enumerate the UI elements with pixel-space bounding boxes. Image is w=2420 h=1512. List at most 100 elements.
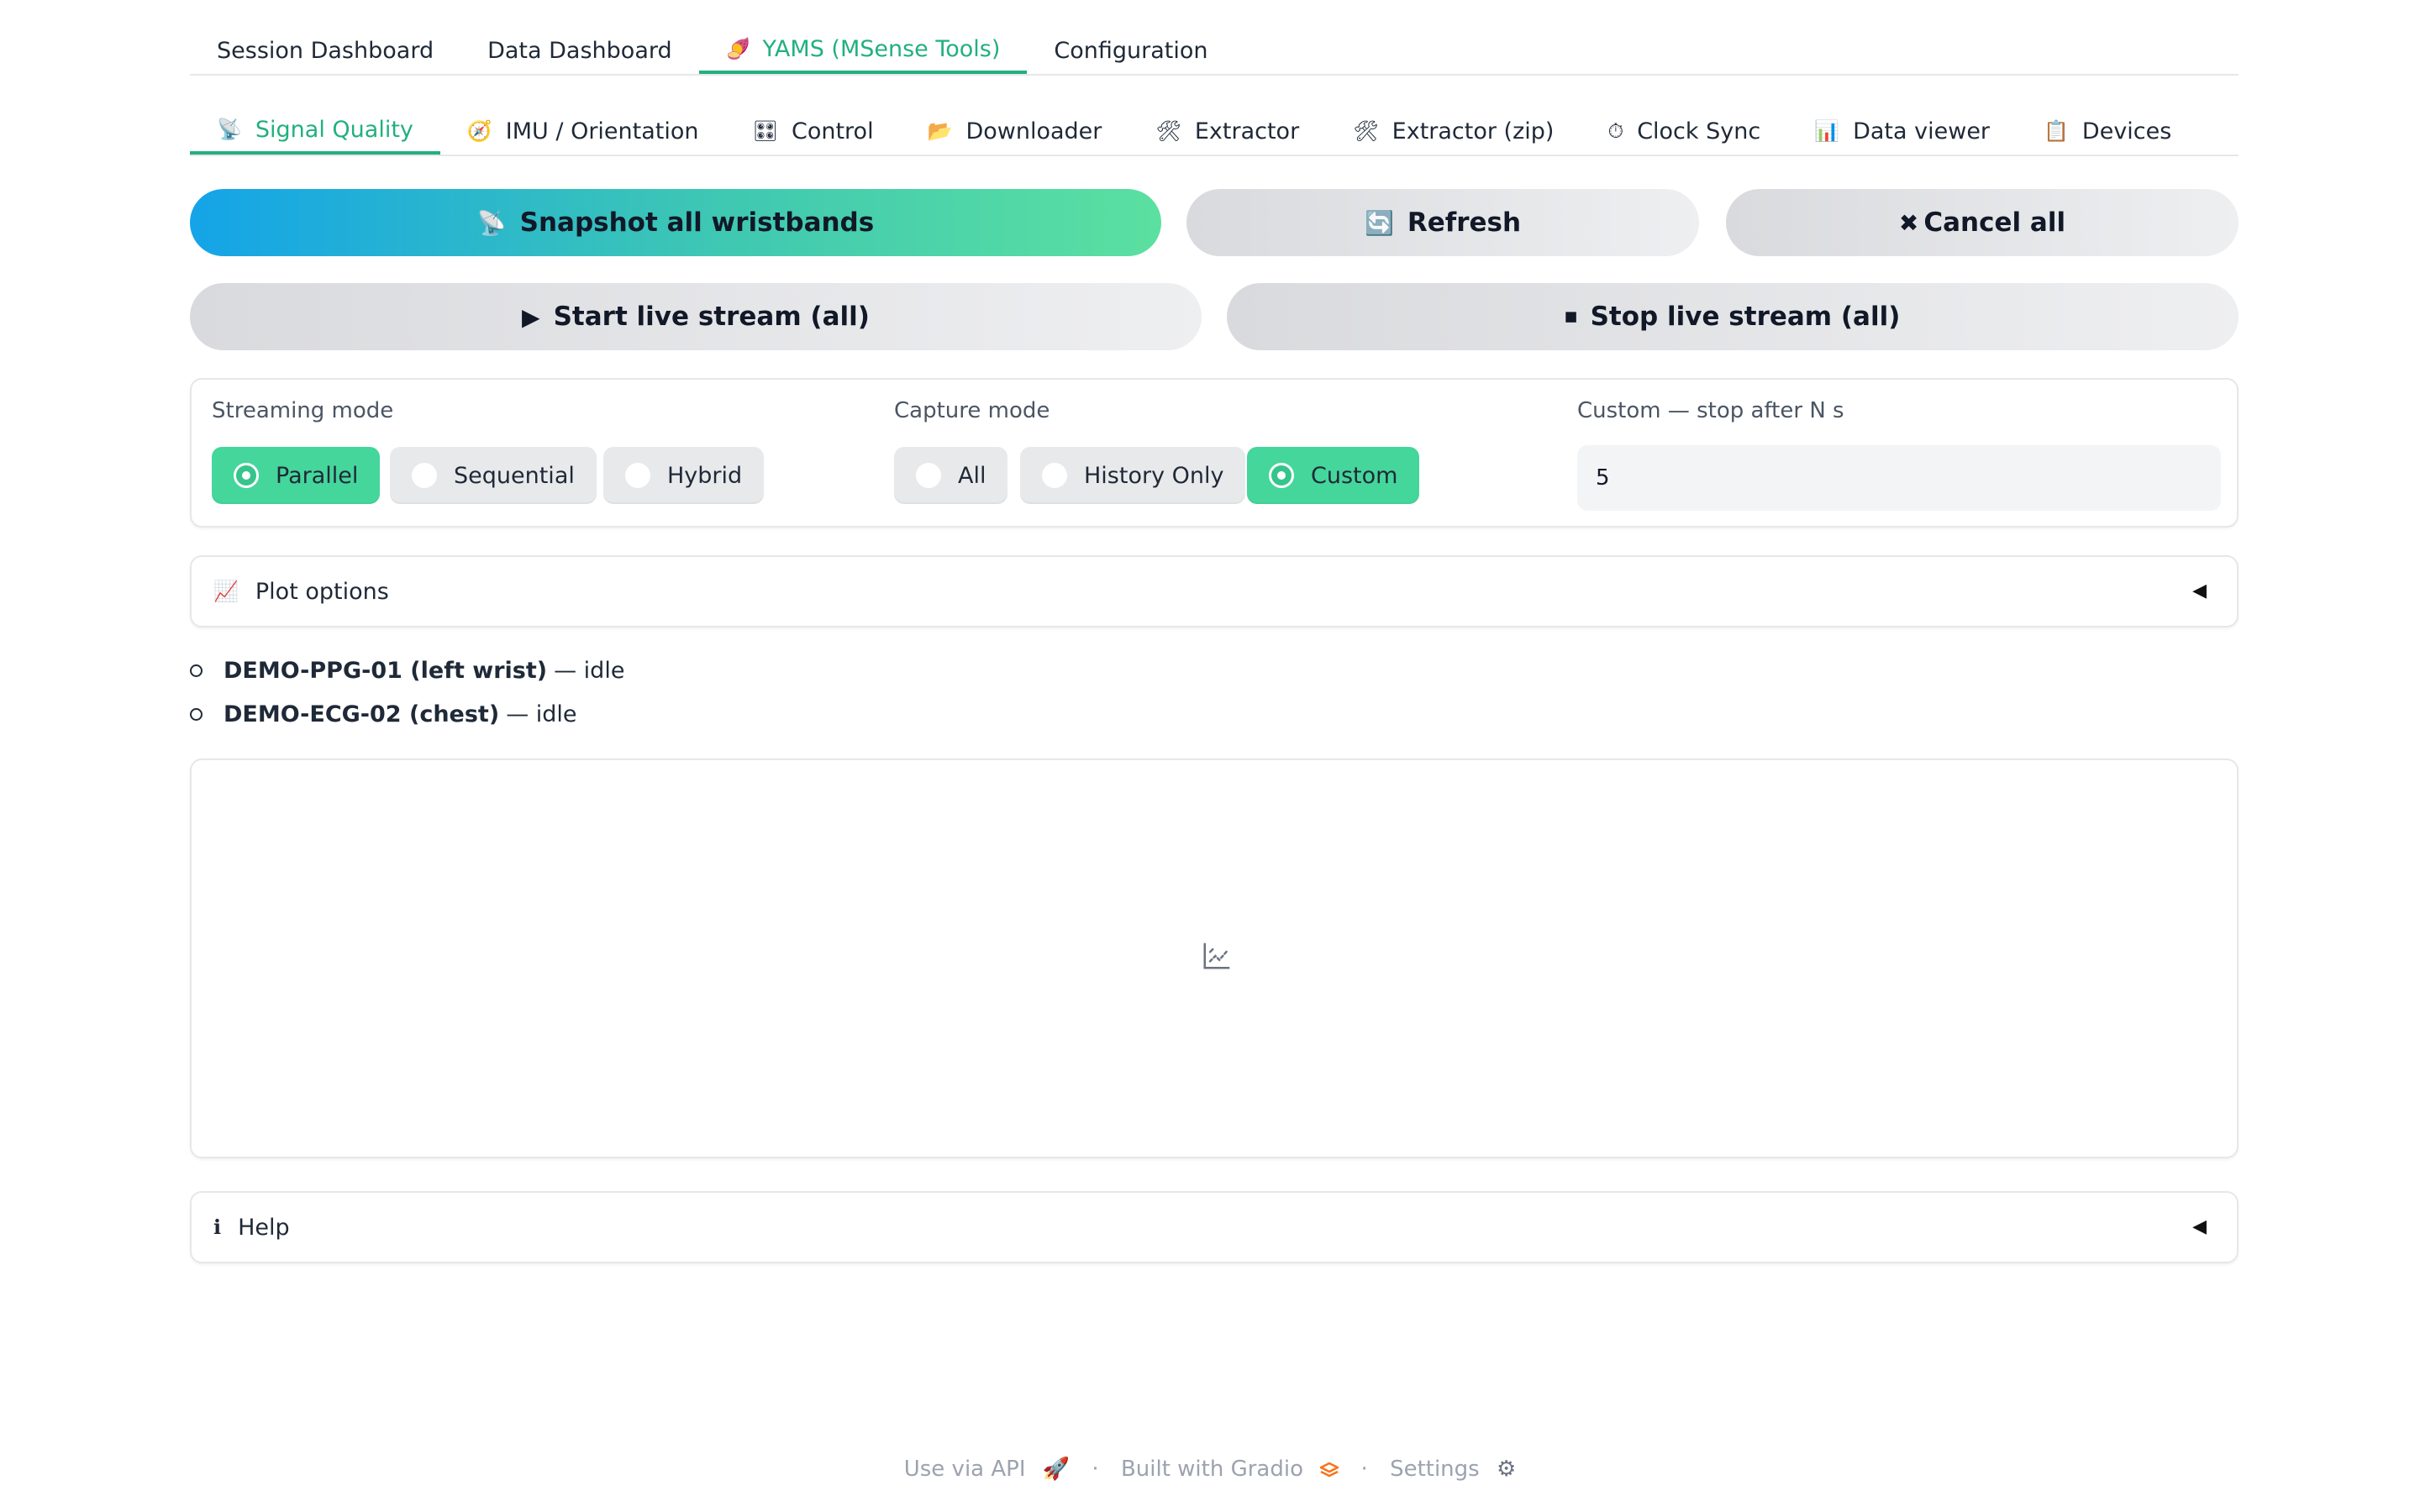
tab-label: IMU / Orientation <box>505 118 699 144</box>
tab-clock-sync[interactable]: ⏱ Clock Sync <box>1581 108 1787 155</box>
device-list: DEMO-PPG-01 (left wrist) — idle DEMO-ECG-… <box>190 648 624 736</box>
button-label: Start live stream (all) <box>553 302 870 332</box>
device-name: DEMO-PPG-01 (left wrist) <box>224 657 548 684</box>
clipboard-icon: 📋 <box>2044 119 2069 143</box>
top-tab-bar: Session Dashboard Data Dashboard 🍠 YAMS (… <box>190 27 2238 76</box>
snapshot-all-button[interactable]: 📡 Snapshot all wristbands <box>190 189 1161 256</box>
satellite-antenna-icon: 📡 <box>217 118 242 141</box>
tab-label: Downloader <box>965 118 1102 144</box>
info-icon: ℹ <box>213 1215 222 1239</box>
radio-label: Sequential <box>454 462 575 489</box>
capture-mode-custom[interactable]: Custom <box>1247 447 1420 504</box>
start-live-stream-button[interactable]: ▶ Start live stream (all) <box>190 283 1202 350</box>
list-item: DEMO-PPG-01 (left wrist) — idle <box>190 648 624 692</box>
refresh-button[interactable]: 🔄 Refresh <box>1186 189 1699 256</box>
mode-options-panel: Streaming mode Parallel Sequential Hybri… <box>190 378 2238 528</box>
device-status: — idle <box>554 657 625 684</box>
chart-increasing-icon: 📈 <box>213 580 239 603</box>
capture-mode-all[interactable]: All <box>894 447 1008 504</box>
streaming-mode-sequential[interactable]: Sequential <box>390 447 597 504</box>
tab-label: Extractor <box>1194 118 1300 144</box>
bullet-icon <box>190 664 203 677</box>
tab-label: Extractor (zip) <box>1392 118 1555 144</box>
close-icon: ✖ <box>1898 208 1919 237</box>
radio-empty-icon <box>1042 463 1067 488</box>
empty-plot-icon <box>1203 942 1230 969</box>
capture-mode-history-only[interactable]: History Only <box>1020 447 1246 504</box>
tab-data-viewer[interactable]: 📊 Data viewer <box>1787 108 2017 155</box>
sweet-potato-icon: 🍠 <box>725 37 751 60</box>
custom-stop-seconds-input[interactable] <box>1577 445 2221 511</box>
stop-icon: ⏹ <box>1565 302 1577 330</box>
streaming-mode-parallel[interactable]: Parallel <box>212 447 381 504</box>
tab-label: Signal Quality <box>255 116 413 143</box>
radio-empty-icon <box>412 463 437 488</box>
list-item: DEMO-ECG-02 (chest) — idle <box>190 692 624 736</box>
caret-left-icon: ◀ <box>2192 580 2207 601</box>
streaming-mode-label: Streaming mode <box>212 398 394 423</box>
tab-configuration[interactable]: Configuration <box>1027 27 1234 74</box>
tab-extractor-zip[interactable]: 🛠 Extractor (zip) <box>1326 108 1581 155</box>
radio-label: Parallel <box>276 462 359 489</box>
radio-label: Hybrid <box>667 462 743 489</box>
tab-label: Data Dashboard <box>487 37 672 64</box>
radio-empty-icon <box>916 463 941 488</box>
streaming-mode-hybrid[interactable]: Hybrid <box>603 447 765 504</box>
tab-label: Devices <box>2081 118 2172 144</box>
play-icon: ▶ <box>522 302 540 331</box>
signal-plot-area <box>190 759 2238 1158</box>
use-via-api-link[interactable]: Use via API 🚀 <box>899 1457 1075 1482</box>
tab-extractor[interactable]: 🛠 Extractor <box>1128 108 1326 155</box>
tools-icon: 🛠 <box>1353 119 1379 143</box>
compass-icon: 🧭 <box>466 119 492 143</box>
tab-session-dashboard[interactable]: Session Dashboard <box>190 27 460 74</box>
device-status: — idle <box>506 701 577 727</box>
radio-empty-icon <box>625 463 650 488</box>
link-label: Built with Gradio <box>1120 1457 1303 1482</box>
tab-label: Configuration <box>1054 37 1208 64</box>
button-label: Stop live stream (all) <box>1590 302 1901 332</box>
tab-downloader[interactable]: 📂 Downloader <box>901 108 1129 155</box>
settings-link[interactable]: Settings ⚙ <box>1385 1457 1521 1482</box>
tab-control[interactable]: 🎛 Control <box>726 108 901 155</box>
caret-left-icon: ◀ <box>2192 1216 2207 1237</box>
radio-selected-icon <box>1269 463 1294 488</box>
custom-stop-label: Custom — stop after N s <box>1577 398 1844 423</box>
built-with-gradio-link[interactable]: Built with Gradio <box>1116 1457 1344 1482</box>
accordion-label: Plot options <box>255 578 389 605</box>
button-label: Snapshot all wristbands <box>519 207 875 238</box>
bullet-icon <box>190 708 203 721</box>
footer-separator: · <box>1092 1457 1099 1482</box>
bar-chart-icon: 📊 <box>1814 119 1840 143</box>
tab-signal-quality[interactable]: 📡 Signal Quality <box>190 108 440 155</box>
radio-label: History Only <box>1084 462 1224 489</box>
tools-icon: 🛠 <box>1155 119 1181 143</box>
button-label: Cancel all <box>1923 207 2066 238</box>
sub-tab-bar: 📡 Signal Quality 🧭 IMU / Orientation 🎛 Cont… <box>190 108 2238 156</box>
tab-data-dashboard[interactable]: Data Dashboard <box>460 27 699 74</box>
footer: Use via API 🚀 · Built with Gradio · Sett… <box>0 1457 2420 1482</box>
control-knobs-icon: 🎛 <box>752 119 778 143</box>
accordion-label: Help <box>238 1214 290 1241</box>
satellite-antenna-icon: 📡 <box>476 208 507 237</box>
help-accordion[interactable]: ℹ Help ◀ <box>190 1191 2238 1263</box>
stop-live-stream-button[interactable]: ⏹ Stop live stream (all) <box>1227 283 2238 350</box>
cancel-all-button[interactable]: ✖ Cancel all <box>1726 189 2238 256</box>
tab-devices[interactable]: 📋 Devices <box>2017 108 2198 155</box>
tab-label: Control <box>791 118 874 144</box>
link-label: Settings <box>1390 1457 1480 1482</box>
refresh-icon: 🔄 <box>1364 208 1394 237</box>
tab-label: Session Dashboard <box>217 37 434 64</box>
plot-options-accordion[interactable]: 📈 Plot options ◀ <box>190 555 2238 627</box>
tab-imu-orientation[interactable]: 🧭 IMU / Orientation <box>440 108 726 155</box>
device-name: DEMO-ECG-02 (chest) <box>224 701 500 727</box>
folder-icon: 📂 <box>927 119 953 143</box>
tab-label: Clock Sync <box>1637 118 1761 144</box>
capture-mode-label: Capture mode <box>894 398 1050 423</box>
button-label: Refresh <box>1407 207 1522 238</box>
gear-icon: ⚙ <box>1496 1457 1517 1482</box>
footer-separator: · <box>1360 1457 1368 1482</box>
tab-yams-msense-tools[interactable]: 🍠 YAMS (MSense Tools) <box>698 27 1028 74</box>
rocket-icon: 🚀 <box>1042 1457 1071 1482</box>
link-label: Use via API <box>903 1457 1026 1482</box>
